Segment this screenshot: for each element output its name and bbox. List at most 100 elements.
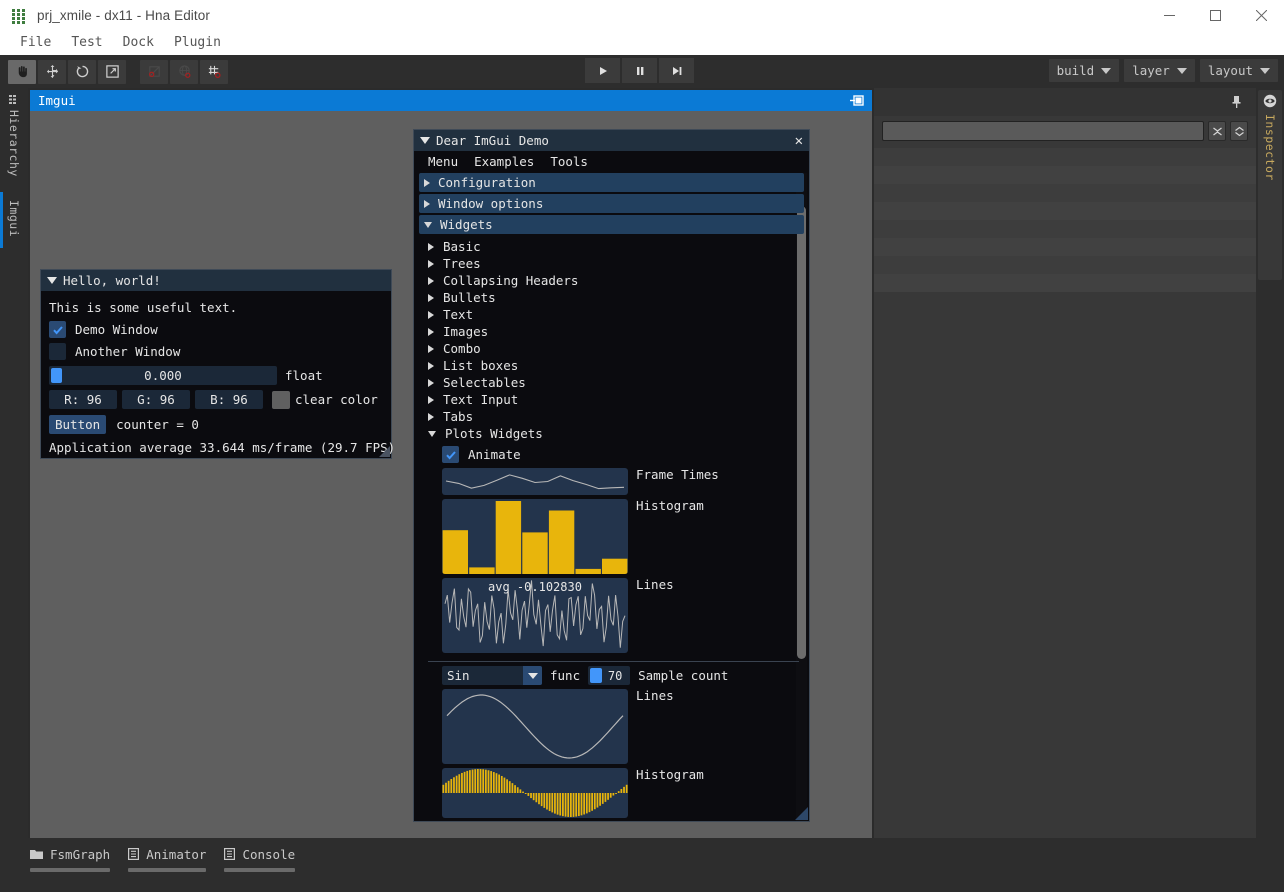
float-slider[interactable]: 0.000 bbox=[49, 366, 277, 385]
hello-world-titlebar[interactable]: Hello, world! bbox=[41, 270, 391, 291]
sample-count-slider[interactable]: 70 bbox=[588, 666, 631, 685]
close-icon[interactable] bbox=[1238, 0, 1284, 31]
sidebar-item-imgui[interactable]: Imgui bbox=[0, 192, 28, 248]
inspector-row[interactable] bbox=[874, 274, 1256, 292]
inspector-row[interactable] bbox=[874, 148, 1256, 166]
tree-node-images[interactable]: Images bbox=[414, 323, 809, 340]
inspector-row[interactable] bbox=[874, 202, 1256, 220]
demo-menu-menu[interactable]: Menu bbox=[420, 154, 466, 169]
maximize-icon[interactable] bbox=[1192, 0, 1238, 31]
tab-animator[interactable]: Animator bbox=[128, 844, 207, 872]
tree-node-list-boxes[interactable]: List boxes bbox=[414, 357, 809, 374]
grid-apps-icon bbox=[12, 8, 26, 24]
tree-node-bullets[interactable]: Bullets bbox=[414, 289, 809, 306]
playback-controls bbox=[585, 58, 694, 83]
frame-times-plot[interactable] bbox=[442, 468, 628, 495]
inspector-row[interactable] bbox=[874, 220, 1256, 238]
func-combo[interactable]: Sin bbox=[442, 666, 542, 685]
menu-item-dock[interactable]: Dock bbox=[113, 31, 164, 55]
demo-menu-examples[interactable]: Examples bbox=[466, 154, 542, 169]
collapsing-header-window-options[interactable]: Window options bbox=[419, 194, 804, 213]
tab-console[interactable]: Console bbox=[224, 844, 296, 872]
color-swatch[interactable] bbox=[272, 390, 290, 409]
sin-line-curve bbox=[446, 694, 624, 759]
frame-times-plot-row: Frame Times bbox=[414, 468, 809, 495]
color-b-field[interactable]: B: 96 bbox=[195, 390, 263, 409]
animate-checkbox-row[interactable]: Animate bbox=[414, 445, 809, 464]
sidebar-item-hierarchy[interactable]: Hierarchy bbox=[0, 88, 28, 184]
lines-plot-row: avg -0.102830 Lines bbox=[414, 578, 809, 653]
tree-node-selectables[interactable]: Selectables bbox=[414, 374, 809, 391]
tree-node-combo[interactable]: Combo bbox=[414, 340, 809, 357]
move-arrows-icon[interactable] bbox=[38, 59, 66, 84]
menu-item-test[interactable]: Test bbox=[61, 31, 112, 55]
sin-histogram-plot[interactable] bbox=[442, 768, 628, 818]
demo-window-checkbox-row[interactable]: Demo Window bbox=[49, 320, 383, 339]
imgui-tab-header[interactable]: Imgui bbox=[30, 90, 872, 111]
tree-node-collapsing-headers[interactable]: Collapsing Headers bbox=[414, 272, 809, 289]
window-title: prj_xmile - dx11 - Hna Editor bbox=[37, 8, 210, 23]
another-window-checkbox[interactable] bbox=[49, 343, 66, 360]
close-icon[interactable]: ✕ bbox=[795, 134, 803, 148]
color-g-field[interactable]: G: 96 bbox=[122, 390, 190, 409]
slider-grab[interactable] bbox=[590, 668, 603, 683]
collapsing-header-configuration[interactable]: Configuration bbox=[419, 173, 804, 192]
hello-world-window[interactable]: Hello, world! This is some useful text. … bbox=[40, 269, 395, 459]
triangle-down-icon[interactable] bbox=[47, 277, 57, 284]
histogram-plot[interactable] bbox=[442, 499, 628, 574]
inspector-row[interactable] bbox=[874, 184, 1256, 202]
tree-node-trees[interactable]: Trees bbox=[414, 255, 809, 272]
collapse-all-icon[interactable] bbox=[1208, 121, 1226, 141]
triangle-down-icon[interactable] bbox=[420, 137, 430, 144]
animate-checkbox[interactable] bbox=[442, 446, 459, 463]
resize-grip[interactable] bbox=[795, 807, 808, 820]
counter-button[interactable]: Button bbox=[49, 415, 107, 434]
grid-snap-icon[interactable] bbox=[200, 59, 228, 84]
search-input[interactable] bbox=[882, 121, 1204, 141]
build-dropdown[interactable]: build bbox=[1048, 59, 1120, 82]
tree-node-text-input[interactable]: Text Input bbox=[414, 391, 809, 408]
demo-menu-tools[interactable]: Tools bbox=[542, 154, 596, 169]
pin-icon[interactable] bbox=[1231, 94, 1242, 113]
step-forward-icon[interactable] bbox=[659, 58, 694, 83]
menu-item-file[interactable]: File bbox=[10, 31, 61, 55]
sin-lines-plot[interactable] bbox=[442, 689, 628, 764]
inspector-row[interactable] bbox=[874, 166, 1256, 184]
square-pivot-icon[interactable] bbox=[140, 59, 168, 84]
menu-item-plugin[interactable]: Plugin bbox=[164, 31, 231, 55]
tree-node-text[interactable]: Text bbox=[414, 306, 809, 323]
dear-imgui-demo-window[interactable]: Dear ImGui Demo ✕ Menu Examples Tools Co… bbox=[413, 129, 810, 822]
pause-icon[interactable] bbox=[622, 58, 657, 83]
scale-expand-icon[interactable] bbox=[98, 59, 126, 84]
layout-dropdown[interactable]: layout bbox=[1199, 59, 1278, 82]
bottom-tab-bar: FsmGraph Animator Console bbox=[0, 838, 1284, 892]
float-slider-row: 0.000 float bbox=[49, 366, 383, 385]
chevron-down-icon[interactable] bbox=[523, 666, 542, 685]
tree-node-plots-widgets[interactable]: Plots Widgets bbox=[414, 425, 809, 442]
demo-titlebar[interactable]: Dear ImGui Demo ✕ bbox=[414, 130, 809, 151]
sidebar-item-inspector[interactable]: Inspector bbox=[1256, 88, 1284, 181]
slider-grab[interactable] bbox=[51, 368, 62, 383]
hand-icon[interactable] bbox=[8, 59, 36, 84]
triangle-right-icon bbox=[428, 259, 434, 268]
color-r-field[interactable]: R: 96 bbox=[49, 390, 117, 409]
play-icon[interactable] bbox=[585, 58, 620, 83]
lines-plot[interactable]: avg -0.102830 bbox=[442, 578, 628, 653]
resize-grip[interactable] bbox=[379, 446, 390, 457]
tree-node-basic[interactable]: Basic bbox=[414, 238, 809, 255]
layer-dropdown-label: layer bbox=[1132, 63, 1170, 78]
inspector-row[interactable] bbox=[874, 256, 1256, 274]
expand-all-icon[interactable] bbox=[1230, 121, 1248, 141]
rotate-icon[interactable] bbox=[68, 59, 96, 84]
collapsing-header-widgets[interactable]: Widgets bbox=[419, 215, 804, 234]
demo-window-checkbox[interactable] bbox=[49, 321, 66, 338]
globe-pivot-icon[interactable] bbox=[170, 59, 198, 84]
tab-fsmgraph[interactable]: FsmGraph bbox=[30, 844, 111, 872]
minimize-icon[interactable] bbox=[1146, 0, 1192, 31]
layer-dropdown[interactable]: layer bbox=[1124, 59, 1195, 82]
tree-node-tabs[interactable]: Tabs bbox=[414, 408, 809, 425]
lines-overlay-text: avg -0.102830 bbox=[488, 580, 582, 594]
another-window-checkbox-row[interactable]: Another Window bbox=[49, 342, 383, 361]
dock-window-icon[interactable] bbox=[850, 91, 864, 110]
inspector-row[interactable] bbox=[874, 238, 1256, 256]
